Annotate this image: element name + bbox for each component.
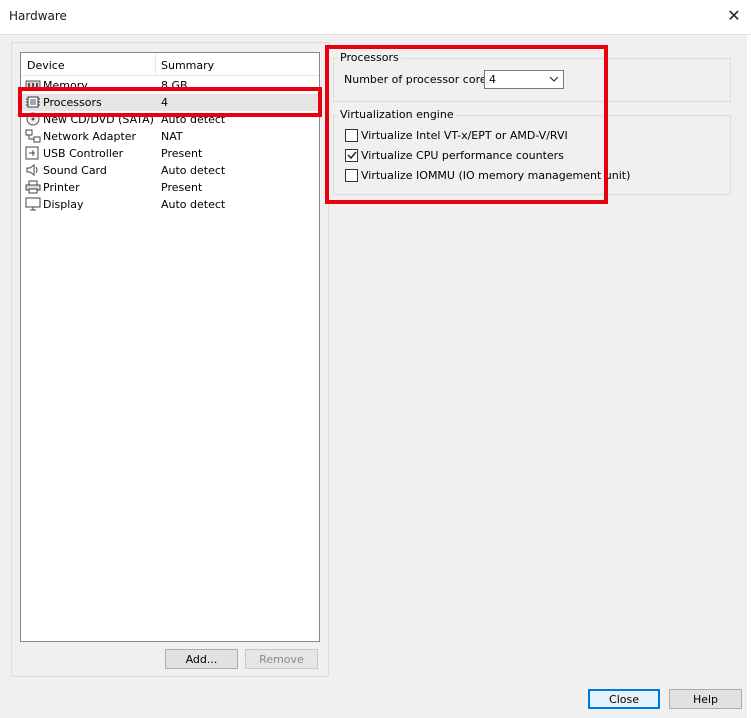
device-name: USB Controller (43, 147, 124, 160)
device-list[interactable]: Device Summary Memory 8 GB Processors 4 … (20, 52, 320, 642)
device-summary: Present (161, 147, 203, 160)
device-row-network-adapter[interactable]: Network Adapter NAT (21, 128, 319, 145)
device-summary: Present (161, 181, 203, 194)
column-divider[interactable] (155, 53, 156, 75)
title-bar: Hardware ✕ (0, 0, 751, 35)
device-name: Sound Card (43, 164, 107, 177)
network-icon (25, 129, 41, 143)
help-button[interactable]: Help (669, 689, 742, 709)
close-window-icon[interactable]: ✕ (724, 6, 744, 26)
window-edge (747, 35, 751, 718)
window-title: Hardware (9, 9, 67, 23)
column-header-device[interactable]: Device (27, 59, 65, 72)
add-button[interactable]: Add... (165, 649, 238, 669)
device-row-sound-card[interactable]: Sound Card Auto detect (21, 162, 319, 179)
device-list-header: Device Summary (21, 53, 319, 76)
monitor-icon (25, 197, 41, 211)
remove-button[interactable]: Remove (245, 649, 318, 669)
usb-icon (25, 146, 39, 160)
speaker-icon (26, 164, 38, 176)
device-name: Display (43, 198, 84, 211)
device-name: Network Adapter (43, 130, 137, 143)
device-summary: Auto detect (161, 198, 226, 211)
highlight-box-processors-row (18, 87, 322, 117)
close-button[interactable]: Close (588, 689, 660, 709)
device-row-printer[interactable]: Printer Present (21, 179, 319, 196)
column-header-summary[interactable]: Summary (161, 59, 214, 72)
device-name: Printer (43, 181, 80, 194)
device-summary: NAT (161, 130, 183, 143)
device-summary: Auto detect (161, 164, 226, 177)
printer-icon (25, 180, 41, 194)
highlight-box-processor-settings (325, 45, 608, 204)
device-row-usb-controller[interactable]: USB Controller Present (21, 145, 319, 162)
device-row-display[interactable]: Display Auto detect (21, 196, 319, 213)
